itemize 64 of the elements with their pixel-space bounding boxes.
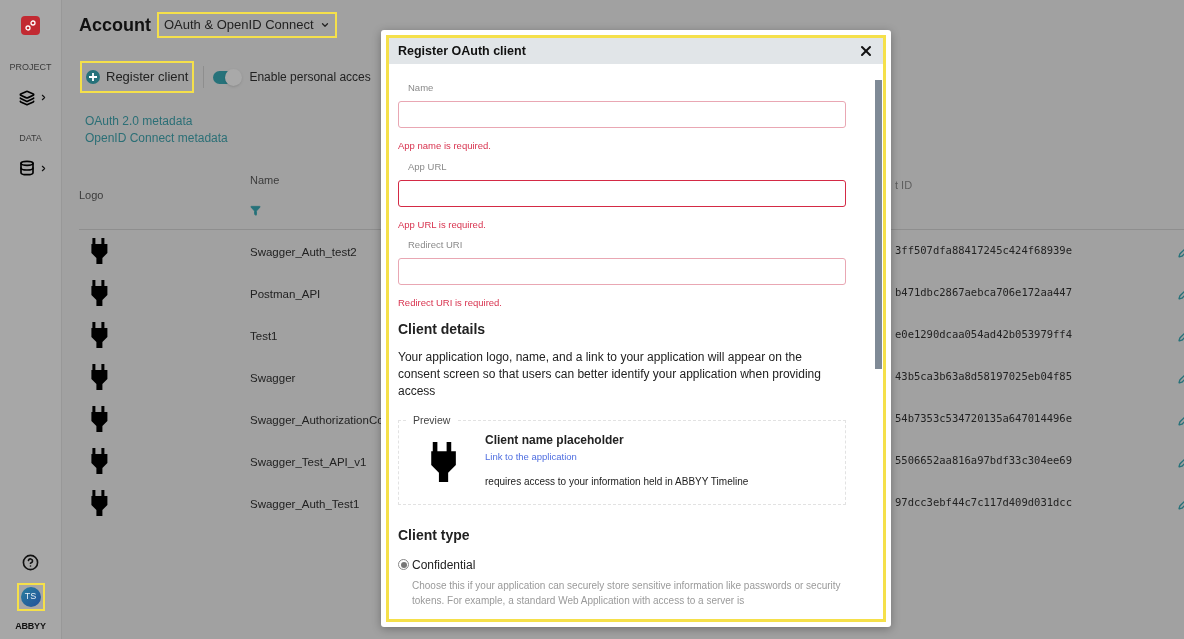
access-note: requires access to your information held in ABBYY Timeline — [485, 474, 749, 489]
dialog-title: Register OAuth client — [398, 42, 526, 60]
plug-icon — [88, 406, 109, 432]
section-select[interactable]: OAuth & OpenID Connect — [157, 12, 337, 38]
client-name: Client name placeholder — [485, 432, 625, 450]
input-field[interactable] — [398, 258, 846, 286]
table-cell: Postman_API — [250, 288, 321, 300]
plug-icon — [88, 448, 109, 474]
brand-logo: ABBYY — [15, 619, 46, 633]
table-cell: 5506652aa816a97bdf33c304ee69 — [895, 453, 1072, 469]
column-header: Name — [250, 173, 281, 188]
input-field[interactable] — [398, 179, 846, 207]
section-heading: Client details — [398, 319, 487, 339]
table-cell: 43b5ca3b63a8d58197025eb04f85 — [895, 369, 1072, 385]
table-cell: Swagger_Auth_Test1 — [250, 498, 360, 510]
sidebar-item[interactable] — [19, 89, 48, 106]
plug-icon — [88, 238, 109, 264]
chevron-icon — [39, 163, 48, 173]
toggle-label: Enable personal acces — [249, 69, 371, 86]
sidebar-section-label: PROJECT — [9, 61, 52, 74]
app-logo-icon[interactable] — [21, 16, 40, 35]
page-title: Account — [79, 13, 151, 37]
column-header: Logo — [79, 188, 104, 204]
plug-icon — [88, 364, 109, 390]
table-cell: Test1 — [250, 330, 278, 342]
radio-label: Confidential — [412, 556, 476, 574]
plus-icon — [86, 70, 100, 84]
section-heading: Client type — [398, 525, 471, 545]
error-message: App URL is required. — [398, 217, 487, 232]
option-description: Choose this if your application can securely store sensitive information like passwords or security tokens. For example, a standard Web Application with access to a server is — [412, 578, 842, 608]
table-cell: Swagger_AuthorizationCo — [250, 414, 384, 426]
table-cell: 54b7353c534720135a647014496e — [895, 411, 1072, 427]
table-cell: 97dcc3ebf44c7c117d409d031dcc — [895, 495, 1072, 511]
scrollbar[interactable] — [875, 80, 882, 369]
field-label: Redirect URI — [408, 238, 464, 252]
caret-icon — [319, 20, 330, 30]
close-icon[interactable] — [858, 43, 874, 59]
avatar-button[interactable]: TS — [16, 582, 45, 611]
sidebar-item[interactable] — [19, 160, 48, 176]
database-icon[interactable] — [19, 160, 35, 176]
error-message: Redirect URI is required. — [398, 296, 503, 311]
filter-icon[interactable] — [250, 204, 261, 216]
help-icon[interactable] — [22, 553, 39, 571]
table-cell: 3ff507dfa88417245c424f68939e — [895, 243, 1072, 259]
application-link[interactable]: Link to the application — [485, 450, 577, 465]
chevron-icon — [39, 93, 48, 102]
table-cell: Swagger_Test_API_v1 — [250, 456, 367, 468]
error-message: App name is required. — [398, 139, 492, 154]
section-description: Your application logo, name, and a link to your application will appear on the consent screen so that users can better identify your application when providing access — [398, 348, 822, 400]
table-cell: Swagger — [250, 372, 296, 384]
table-cell: Swagger_Auth_test2 — [250, 246, 357, 258]
plug-icon — [88, 280, 109, 306]
plug-icon — [88, 490, 109, 516]
sidebar-section-label: DATA — [19, 131, 42, 145]
field-label: Name — [408, 81, 435, 95]
input-field[interactable] — [398, 101, 846, 129]
personal-access-toggle[interactable] — [213, 70, 241, 84]
table-cell: e0e1290dcaa054ad42b053979ff4 — [895, 327, 1072, 343]
register-client-button[interactable]: Register client — [80, 61, 195, 93]
column-header: t ID — [895, 179, 913, 191]
field-label: App URL — [408, 159, 448, 174]
plug-icon — [88, 322, 109, 348]
layers-icon[interactable] — [19, 89, 35, 106]
table-cell: b471dbc2867aebca706e172aa447 — [895, 285, 1072, 301]
